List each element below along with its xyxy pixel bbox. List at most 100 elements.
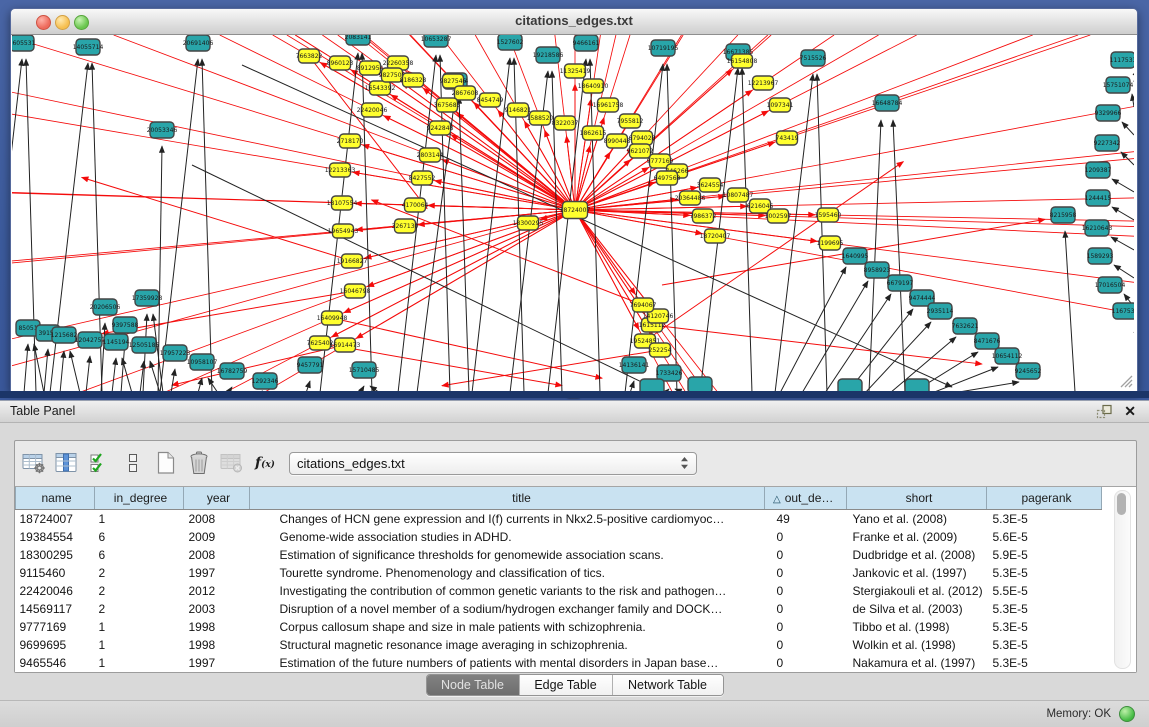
column-header-short[interactable]: short <box>847 487 987 510</box>
table-cell[interactable]: 0 <box>765 546 847 564</box>
graph-node[interactable]: 9457791 <box>297 357 324 373</box>
splitter-handle[interactable] <box>567 394 580 398</box>
graph-node[interactable]: 16648784 <box>872 95 903 111</box>
graph-node[interactable]: 1244415 <box>1085 190 1112 206</box>
graph-node[interactable]: 1097341 <box>767 98 794 112</box>
function-builder-button[interactable]: f(x) <box>252 450 278 476</box>
table-cell[interactable]: 5.3E-5 <box>987 564 1102 582</box>
graph-node[interactable]: 8454749 <box>477 93 504 107</box>
table-cell[interactable]: 0 <box>765 528 847 546</box>
graph-node[interactable]: 3675685 <box>434 98 461 112</box>
table-cell[interactable]: Tibbo et al. (1998) <box>847 618 987 636</box>
graph-node[interactable]: 7986372 <box>690 209 717 223</box>
show-column-button[interactable] <box>54 450 80 476</box>
graph-node[interactable]: 1167533 <box>1112 303 1134 319</box>
table-cell[interactable]: de Silva et al. (2003) <box>847 600 987 618</box>
table-cell[interactable]: 1998 <box>184 636 250 654</box>
graph-node[interactable]: 743419 <box>776 131 799 145</box>
table-cell[interactable]: 2 <box>95 582 184 600</box>
graph-node[interactable]: 8186328 <box>400 73 427 87</box>
graph-node[interactable]: 7663822 <box>296 49 323 63</box>
graph-node[interactable]: 1595460 <box>815 208 842 222</box>
table-cell[interactable]: 0 <box>765 618 847 636</box>
graph-node[interactable]: 11325419 <box>560 64 591 78</box>
graph-node[interactable]: 6794028 <box>629 131 656 145</box>
table-cell[interactable]: Corpus callosum shape and size in male p… <box>250 618 765 636</box>
table-cell[interactable]: 49 <box>765 510 847 529</box>
graph-node[interactable]: 1117533 <box>1110 52 1134 68</box>
scrollbar-thumb[interactable] <box>1117 493 1126 515</box>
graph-node[interactable]: 8215958 <box>1050 207 1077 223</box>
graph-node[interactable]: 18107554 <box>327 196 358 210</box>
graph-node[interactable]: 18724007 <box>560 202 591 219</box>
table-cell[interactable]: 0 <box>765 582 847 600</box>
split-view-button[interactable] <box>120 450 146 476</box>
graph-node[interactable]: 7632621 <box>952 318 979 334</box>
graph-node[interactable]: 4170064 <box>402 198 429 212</box>
table-cell[interactable]: 1998 <box>184 618 250 636</box>
column-header-in_degree[interactable]: in_degree <box>95 487 184 510</box>
graph-node[interactable]: 8958923 <box>864 262 891 278</box>
table-cell[interactable]: 18724007 <box>16 510 95 529</box>
table-row[interactable]: 1872400712008Changes of HCN gene express… <box>16 510 1102 529</box>
close-panel-icon[interactable]: ✕ <box>1124 404 1136 419</box>
table-cell[interactable]: Changes of HCN gene expression and I(f) … <box>250 510 765 529</box>
table-cell[interactable]: 0 <box>765 654 847 672</box>
graph-node[interactable]: 19654943 <box>328 224 359 238</box>
delete-rows-button[interactable] <box>186 450 212 476</box>
new-table-button[interactable] <box>153 450 179 476</box>
graph-node[interactable]: 10654112 <box>992 348 1023 364</box>
table-row[interactable]: 969969511998Structural magnetic resonanc… <box>16 636 1102 654</box>
graph-node[interactable]: 16543392 <box>365 81 396 95</box>
table-cell[interactable]: 1 <box>95 654 184 672</box>
graph-node[interactable]: 17359928 <box>132 290 163 306</box>
table-cell[interactable]: 5.3E-5 <box>987 654 1102 672</box>
column-header-year[interactable]: year <box>184 487 250 510</box>
table-cell[interactable]: 5.5E-5 <box>987 582 1102 600</box>
graph-node[interactable]: 9466161 <box>573 35 600 51</box>
graph-node[interactable]: 7694067 <box>630 298 657 312</box>
graph-node[interactable]: 1589293 <box>1087 248 1114 264</box>
graph-node[interactable]: 17016504 <box>1095 277 1126 293</box>
table-cell[interactable]: Genome-wide association studies in ADHD. <box>250 528 765 546</box>
table-cell[interactable]: 1997 <box>184 654 250 672</box>
table-cell[interactable]: 22420046 <box>16 582 95 600</box>
table-row[interactable]: 977716911998Corpus callosum shape and si… <box>16 618 1102 636</box>
table-row[interactable]: 1456911722003Disruption of a novel membe… <box>16 600 1102 618</box>
graph-node[interactable]: 2718170 <box>337 134 364 148</box>
graph-node[interactable]: 20053346 <box>147 122 178 138</box>
network-window-titlebar[interactable]: citations_edges.txt <box>11 9 1137 35</box>
table-cell[interactable]: 5.3E-5 <box>987 636 1102 654</box>
graph-node[interactable]: 18640910 <box>578 79 609 93</box>
tab-edge-table[interactable]: Edge Table <box>520 675 613 695</box>
table-row[interactable]: 911546021997Tourette syndrome. Phenomeno… <box>16 564 1102 582</box>
table-cell[interactable]: 1 <box>95 510 184 529</box>
table-cell[interactable]: 9699695 <box>16 636 95 654</box>
graph-node[interactable]: 12505185 <box>129 337 160 353</box>
graph-node[interactable]: 20691406 <box>183 35 214 51</box>
node-table-scrollpane[interactable]: namein_degreeyeartitle△out_de…shortpager… <box>15 486 1136 672</box>
graph-node[interactable]: 16210643 <box>1082 220 1113 236</box>
graph-node[interactable] <box>640 379 664 391</box>
table-cell[interactable]: 5.6E-5 <box>987 528 1102 546</box>
graph-node[interactable]: 8427552 <box>409 171 436 185</box>
graph-node[interactable]: 9245652 <box>1015 363 1042 379</box>
table-selector-dropdown[interactable]: citations_edges.txt <box>289 452 697 475</box>
table-cell[interactable]: 2012 <box>184 582 250 600</box>
table-row[interactable]: 1938455462009Genome-wide association stu… <box>16 528 1102 546</box>
graph-node[interactable]: 16961758 <box>593 98 624 112</box>
graph-node[interactable]: 2083141 <box>345 35 372 45</box>
table-cell[interactable]: Disruption of a novel member of a sodium… <box>250 600 765 618</box>
graph-node[interactable]: 15751074 <box>1103 77 1134 93</box>
table-row[interactable]: 946554611997Estimation of the future num… <box>16 654 1102 672</box>
table-cell[interactable]: 19384554 <box>16 528 95 546</box>
float-panel-icon[interactable] <box>1096 404 1113 419</box>
graph-node[interactable]: 18720407 <box>700 229 731 243</box>
graph-node[interactable]: 14055714 <box>73 39 104 55</box>
graph-node[interactable]: 1145194 <box>103 334 130 350</box>
tab-node-table[interactable]: Node Table <box>427 675 520 695</box>
table-cell[interactable]: Tourette syndrome. Phenomenology and cla… <box>250 564 765 582</box>
table-cell[interactable]: Dudbridge et al. (2008) <box>847 546 987 564</box>
table-cell[interactable]: Structural magnetic resonance image aver… <box>250 636 765 654</box>
table-cell[interactable]: 14569117 <box>16 600 95 618</box>
